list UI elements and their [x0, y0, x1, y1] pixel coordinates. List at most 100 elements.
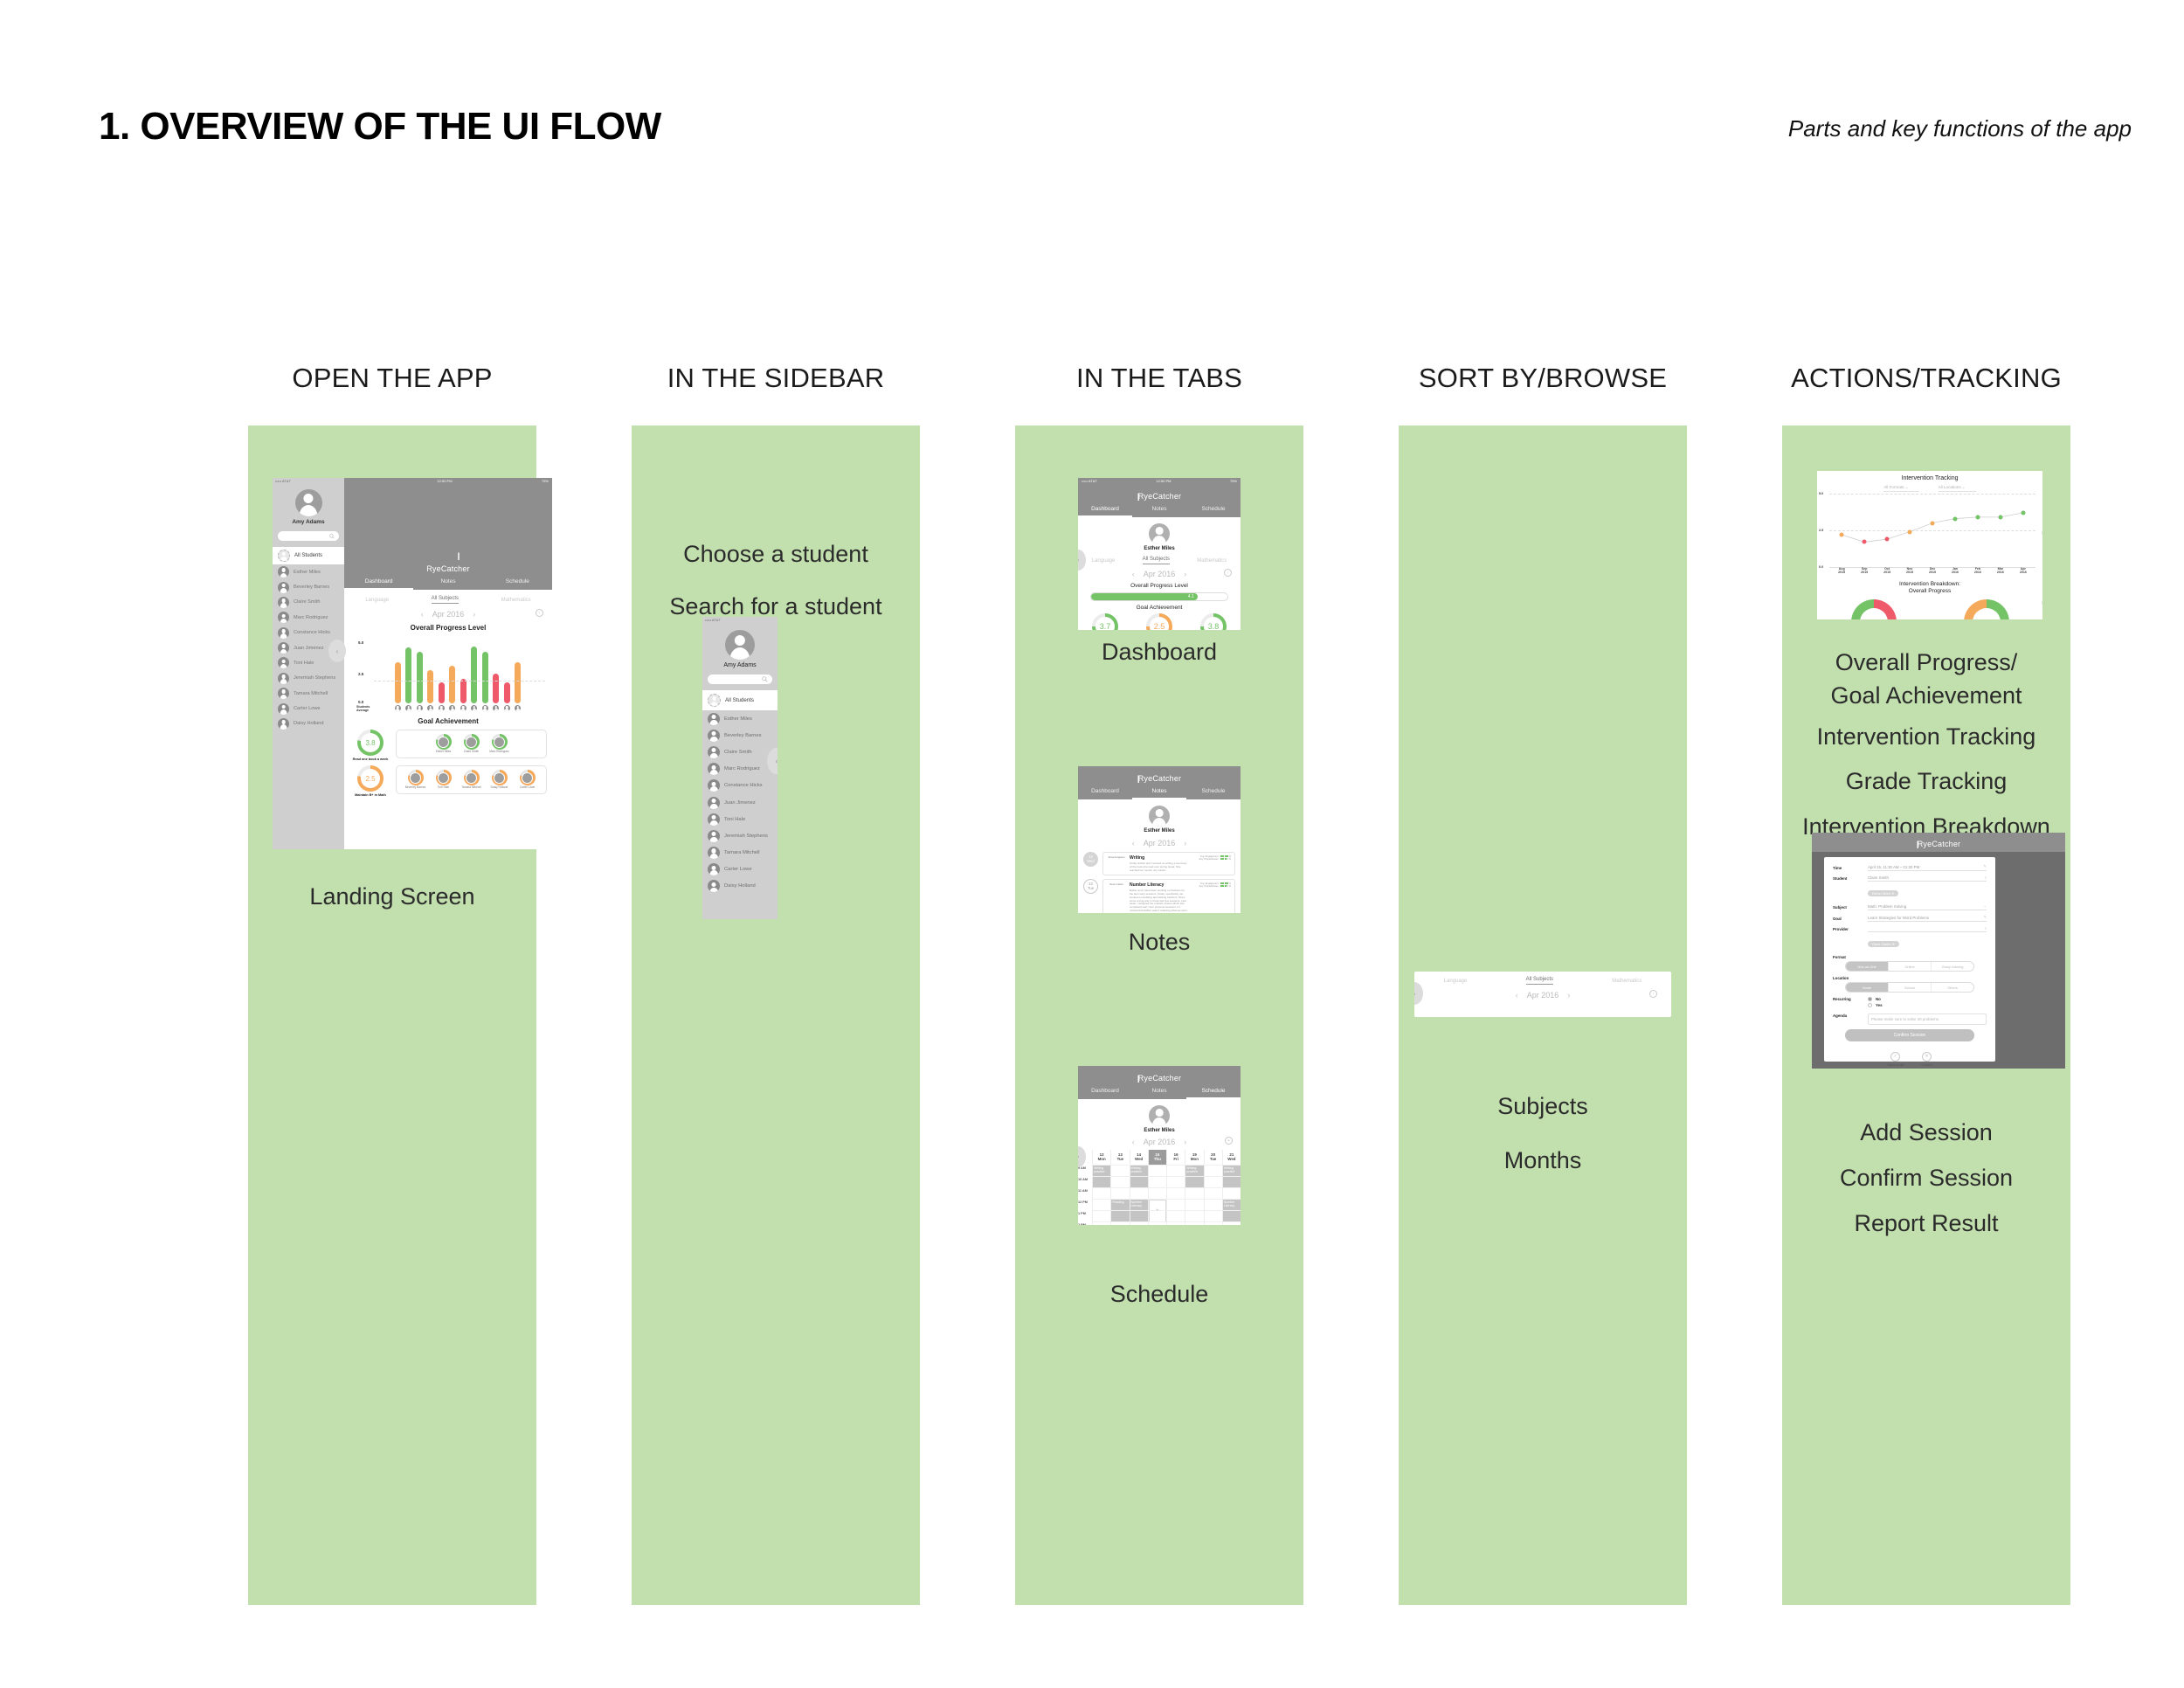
search-input[interactable] — [278, 531, 339, 541]
segment-option[interactable]: Home — [1846, 983, 1888, 992]
day-header[interactable]: 19 Mon — [1185, 1150, 1203, 1165]
time-slot[interactable] — [1185, 1198, 1204, 1210]
time-slot[interactable] — [1130, 1186, 1148, 1199]
filter-all-locations[interactable]: All Locations ⌄ — [1938, 485, 1976, 492]
sidebar-item-all-students[interactable]: All Students — [702, 690, 778, 710]
sidebar-item-student[interactable]: Claire Smith — [273, 595, 344, 610]
search-input[interactable] — [708, 675, 772, 684]
tab-bar[interactable]: Dashboard Notes Schedule — [1078, 1085, 1241, 1099]
sidebar-item-student[interactable]: Juan Jimenez — [702, 794, 778, 811]
time-slot[interactable] — [1185, 1221, 1204, 1225]
next-month-icon[interactable]: › — [1184, 1138, 1186, 1146]
goal-student[interactable]: Daisy Holland — [488, 770, 511, 790]
goal-student[interactable]: Tamara Mitchell — [460, 770, 483, 790]
day-header[interactable]: 21 Wed — [1223, 1150, 1241, 1165]
sidebar-item-student[interactable]: Tamara Mitchell — [702, 845, 778, 861]
time-slot[interactable]: Reading — [1111, 1198, 1130, 1222]
day-column[interactable]: 16 Fri — [1166, 1150, 1185, 1225]
note-card[interactable]: Alma Ferguson Writing Today, Esther and I … — [1102, 852, 1235, 876]
add-session-icon[interactable]: + — [1225, 1137, 1233, 1145]
chevron-down-icon[interactable]: ⌄ — [1983, 903, 1987, 909]
month-selector[interactable]: ‹ Apr 2016 › — [1078, 570, 1241, 578]
time-slot[interactable]: Writing practice — [1130, 1164, 1148, 1188]
radio-icon[interactable] — [1868, 1003, 1872, 1007]
time-slot[interactable] — [1111, 1209, 1130, 1221]
tab-schedule[interactable]: Schedule — [1186, 785, 1241, 799]
time-slot[interactable] — [1167, 1175, 1185, 1187]
sidebar-item-student[interactable]: Beverley Barnes — [702, 727, 778, 744]
time-slot[interactable] — [1148, 1175, 1166, 1187]
time-slot[interactable] — [1111, 1164, 1130, 1176]
radio-option[interactable]: Yes — [1868, 1003, 1883, 1007]
goal-student[interactable]: Toni Hale — [432, 770, 455, 790]
subject-filter-all-subjects[interactable]: All Subjects — [1142, 557, 1170, 564]
month-selector-row[interactable]: ‹ Apr 2016 › + — [1078, 1137, 1241, 1146]
sidebar-item-student[interactable]: Carter Lowe — [273, 701, 344, 716]
note-card[interactable]: Gene Castro Number Literacy Esther and I h… — [1102, 879, 1235, 913]
tab-notes[interactable]: Notes — [1132, 785, 1186, 799]
time-slot[interactable] — [1204, 1164, 1222, 1176]
sidebar-item-student[interactable]: Carter Lowe — [702, 861, 778, 878]
time-slot[interactable] — [1185, 1186, 1204, 1199]
time-slot[interactable] — [1222, 1221, 1241, 1225]
agenda-input[interactable]: Please make sure to solve 20 problems. — [1868, 1013, 1987, 1025]
time-slot[interactable] — [1167, 1164, 1185, 1176]
segment-option[interactable]: Group tutoring — [1931, 962, 1973, 971]
time-slot[interactable]: Writing practice — [1185, 1164, 1204, 1188]
time-slot[interactable] — [1167, 1221, 1185, 1225]
subject-filter-row[interactable]: Language All Subjects Mathematics — [344, 596, 552, 604]
sidebar-item-student[interactable]: Jeremiah Stephens — [702, 827, 778, 844]
mockup-landing-screen[interactable]: ••••• AT&T Amy Adams All Students Esther… — [273, 478, 552, 849]
time-slot[interactable] — [1222, 1209, 1241, 1221]
prev-month-icon[interactable]: ‹ — [1132, 1138, 1135, 1146]
time-slot[interactable] — [1111, 1186, 1130, 1199]
time-slot[interactable]: Number Literacy — [1222, 1198, 1241, 1222]
segment-option[interactable]: Others — [1931, 983, 1973, 992]
tab-schedule[interactable]: Schedule — [483, 576, 552, 590]
month-selector-row[interactable]: ‹ Apr 2016 › ↑ — [344, 609, 552, 619]
share-icon[interactable]: ↑ — [1224, 569, 1232, 577]
recurring-row[interactable]: Recurring No Yes — [1833, 997, 1987, 1009]
day-header[interactable]: 14 Wed — [1130, 1150, 1148, 1165]
month-selector[interactable]: ‹ Apr 2016 › — [344, 610, 552, 619]
subject-filter-row[interactable]: Language All Subjects Mathematics — [1078, 557, 1241, 564]
agenda-row[interactable]: Agenda Please make sure to solve 20 prob… — [1833, 1013, 1987, 1025]
subject-filter-language[interactable]: Language — [1092, 558, 1116, 564]
time-slot[interactable] — [1148, 1186, 1166, 1199]
time-slot[interactable] — [1093, 1221, 1111, 1225]
time-slot[interactable]: Writing practice — [1093, 1164, 1111, 1188]
time-slot[interactable]: Writing practice — [1222, 1164, 1241, 1188]
day-column[interactable]: 14 Wed Writing practice Number Literacy — [1129, 1150, 1148, 1225]
subject-filter-mathematics[interactable]: Mathematics — [1197, 558, 1227, 564]
field-input[interactable]: Claire Smith ⌕ — [1868, 875, 1987, 882]
time-slot[interactable] — [1204, 1198, 1222, 1210]
day-header[interactable]: 16 Fri — [1167, 1150, 1185, 1165]
time-slot[interactable] — [1204, 1221, 1222, 1225]
sidebar-item-student[interactable]: Jeremiah Stephens — [273, 671, 344, 686]
month-selector[interactable]: ‹ Apr 2016 › — [1078, 1138, 1241, 1146]
field-input[interactable]: April 15, 11:30 AM – 01:30 PM ✎ — [1868, 864, 1987, 871]
tab-dashboard[interactable]: Dashboard — [1078, 785, 1132, 799]
time-slot[interactable] — [1130, 1175, 1148, 1187]
next-month-icon[interactable]: › — [1567, 991, 1570, 1000]
sidebar-item-student[interactable]: Constance Hicks — [702, 778, 778, 794]
month-selector[interactable]: ‹ Apr 2016 › — [1414, 991, 1671, 1000]
segment-option[interactable]: One-on-One — [1846, 962, 1888, 971]
day-column[interactable]: 13 Tue Reading — [1110, 1150, 1130, 1225]
day-column[interactable]: 12 Mon Writing practice — [1092, 1150, 1111, 1225]
segment-option[interactable]: Online — [1888, 962, 1931, 971]
time-slot[interactable] — [1222, 1186, 1241, 1199]
sidebar-item-student[interactable]: Constance Hicks — [273, 626, 344, 640]
day-column[interactable]: 21 Wed Writing practice Number Literacy — [1221, 1150, 1241, 1225]
time-slot[interactable] — [1148, 1221, 1166, 1225]
search-icon[interactable]: ⌕ — [1985, 875, 1987, 880]
selected-chip[interactable]: Esther Miles ✕ — [1868, 890, 1899, 896]
day-column[interactable]: 20 Tue — [1203, 1150, 1222, 1225]
radio-option[interactable]: No — [1868, 997, 1883, 1001]
subject-filter-mathematics[interactable]: Mathematics — [501, 598, 531, 603]
time-slot[interactable] — [1185, 1175, 1204, 1187]
save-draft-action[interactable]: ✓ Save Draft — [1887, 1046, 1904, 1067]
time-slot[interactable] — [1093, 1186, 1111, 1199]
time-slot[interactable] — [1204, 1186, 1222, 1199]
time-slot[interactable] — [1167, 1209, 1185, 1221]
